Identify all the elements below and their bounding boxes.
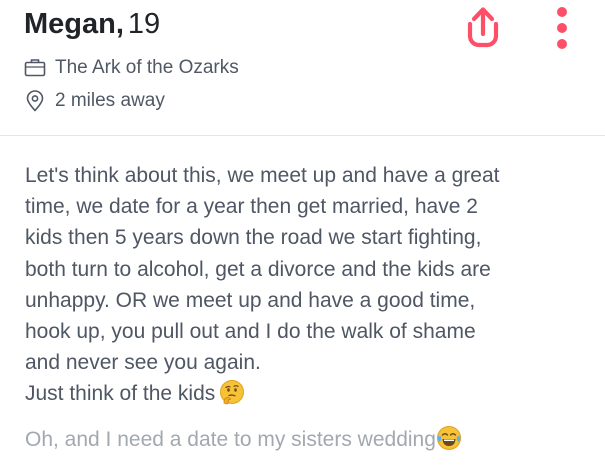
profile-header: Megan, 19 The Ark of the Ozarks 2 miles … [0,0,605,135]
bio-line: time, we date for a year then get marrie… [25,195,478,219]
bio-line: and never see you again. [25,351,261,375]
more-options-button[interactable] [548,2,576,54]
profile-age: 19 [127,8,161,40]
section-divider [0,135,605,136]
briefcase-icon [24,57,46,79]
bio-line: hook up, you pull out and I do the walk … [25,320,476,344]
more-vertical-icon [557,7,567,49]
bio-text: Let's think about this, we meet up and h… [25,160,600,410]
bio-line: unhappy. OR we meet up and have a good t… [25,288,476,312]
work-text: The Ark of the Ozarks [55,57,239,78]
bio-line: both turn to alcohol, get a divorce and … [25,257,491,281]
work-row: The Ark of the Ozarks [24,55,239,81]
bio-line: Just think of the kids [25,382,216,406]
profile-name: Megan, [24,8,124,40]
tears-of-joy-icon [436,425,462,451]
share-icon [467,7,499,48]
thinking-face-icon [219,379,245,405]
bio-line: kids then 5 years down the road we start… [25,226,482,250]
prompt-text: Oh, and I need a date to my sisters wedd… [25,425,600,455]
location-pin-icon [24,90,46,112]
distance-row: 2 miles away [24,88,165,114]
prompt-line: Oh, and I need a date to my sisters wedd… [25,428,436,451]
distance-text: 2 miles away [55,90,165,111]
share-button[interactable] [462,4,504,50]
profile-name-row: Megan, 19 [24,8,160,41]
bio-line: Let's think about this, we meet up and h… [25,164,500,187]
